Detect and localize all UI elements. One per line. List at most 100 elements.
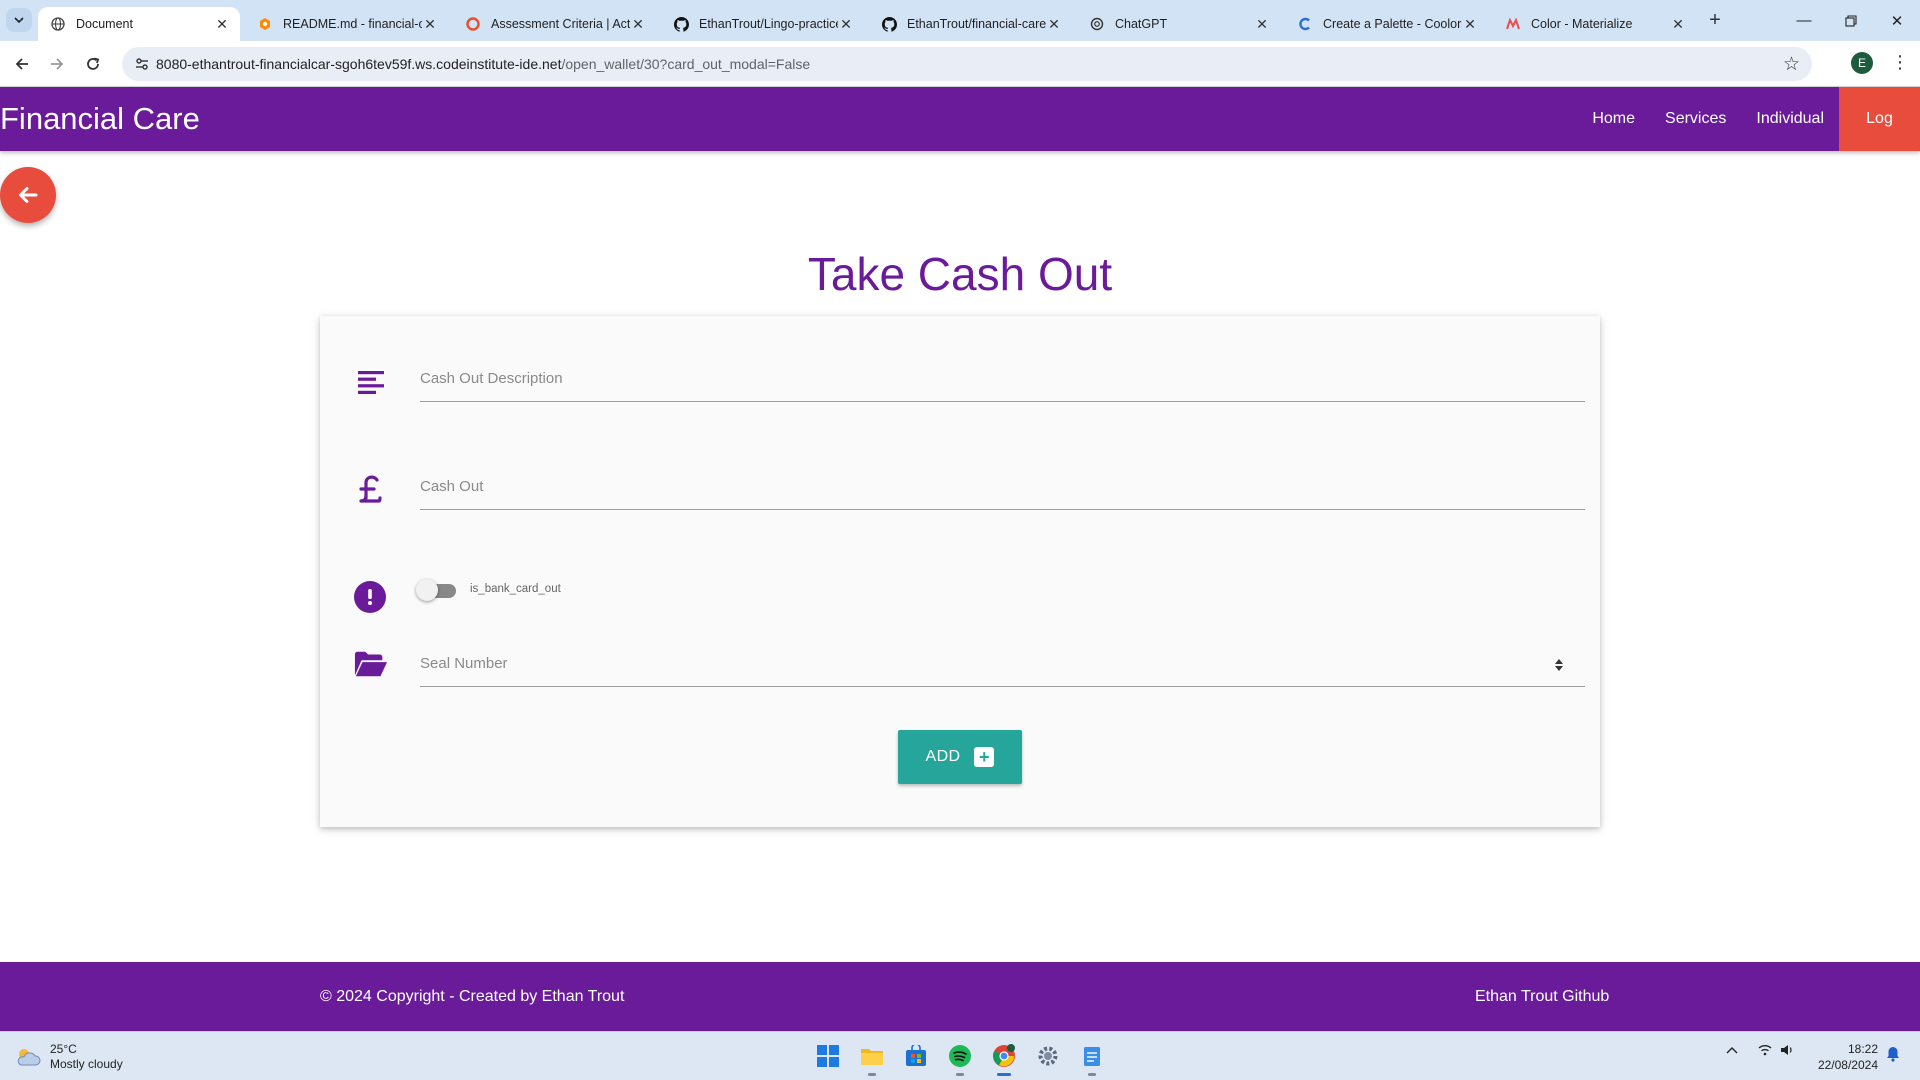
close-window-button[interactable]: ✕: [1874, 0, 1920, 41]
file-explorer-icon[interactable]: [856, 1040, 888, 1076]
tab-coolors[interactable]: Create a Palette - Coolors ✕: [1285, 7, 1488, 41]
close-icon[interactable]: ✕: [1254, 16, 1270, 33]
folder-open-icon: [354, 647, 388, 681]
tab-materialize[interactable]: Color - Materialize ✕: [1493, 7, 1696, 41]
show-hidden-icons-chevron-icon[interactable]: [1726, 1044, 1738, 1059]
lms-icon: [465, 16, 481, 32]
page-title: Take Cash Out: [807, 248, 1113, 300]
spotify-icon[interactable]: [944, 1040, 976, 1076]
github-icon: [673, 16, 689, 32]
cash-out-form-card: is_bank_card_out ADD +: [320, 316, 1600, 827]
github-link[interactable]: Ethan Trout Github: [1475, 962, 1609, 1031]
tab-title: Assessment Criteria | Acti: [491, 17, 630, 31]
weather-widget[interactable]: 25°C Mostly cloudy: [14, 1040, 123, 1074]
chatgpt-icon: [1089, 16, 1105, 32]
close-icon[interactable]: ✕: [1462, 16, 1478, 33]
tab-readme[interactable]: README.md - financial-ca ✕: [245, 7, 448, 41]
tab-title: Color - Materialize: [1531, 17, 1633, 31]
browser-menu-icon[interactable]: ⋮: [1891, 52, 1909, 74]
url-host: 8080-ethantrout-financialcar-sgoh6tev59f…: [156, 56, 562, 72]
switch-label: is_bank_card_out: [470, 583, 561, 595]
close-icon[interactable]: ✕: [422, 16, 438, 33]
tab-document[interactable]: Document ✕: [38, 7, 240, 41]
windows-start-icon[interactable]: [812, 1040, 844, 1072]
arrow-left-icon: [15, 58, 28, 70]
reload-icon: [87, 57, 100, 70]
bookmark-star-icon[interactable]: ☆: [1783, 53, 1800, 76]
running-indicator: [1088, 1073, 1096, 1076]
windows-taskbar: 25°C Mostly cloudy 18:22 22/08/2024: [0, 1031, 1920, 1080]
chrome-icon[interactable]: [988, 1040, 1020, 1076]
brand-logo[interactable]: Financial Care: [0, 87, 200, 151]
site-info-icon[interactable]: [134, 56, 150, 72]
nav-services[interactable]: Services: [1650, 87, 1741, 151]
running-indicator: [868, 1073, 876, 1076]
wifi-icon[interactable]: [1758, 1044, 1772, 1059]
bank-card-out-toggle-row: is_bank_card_out: [354, 569, 854, 613]
chevron-down-icon: [14, 17, 24, 24]
add-button-label: ADD: [925, 748, 961, 765]
tab-lingo[interactable]: EthanTrout/Lingo-practice ✕: [661, 7, 864, 41]
weather-temperature: 25°C: [50, 1042, 77, 1056]
tab-chatgpt[interactable]: ChatGPT ✕: [1077, 7, 1280, 41]
tab-title: README.md - financial-ca: [283, 17, 422, 31]
materialize-icon: [1505, 16, 1521, 32]
add-button[interactable]: ADD +: [898, 730, 1022, 784]
seal-number-field: [354, 641, 1585, 701]
clock-date: 22/08/2024: [1817, 1058, 1878, 1072]
cash-out-description-input[interactable]: [420, 356, 1585, 402]
minimize-button[interactable]: —: [1781, 0, 1827, 41]
gitpod-icon: [257, 16, 273, 32]
notification-bell-icon[interactable]: [1886, 1046, 1900, 1065]
notes-icon: [354, 366, 388, 400]
tab-financial-care[interactable]: EthanTrout/financial-care ✕: [869, 7, 1072, 41]
close-icon[interactable]: ✕: [214, 16, 230, 33]
nav-individual[interactable]: Individual: [1741, 87, 1839, 151]
tab-title: EthanTrout/financial-care: [907, 17, 1046, 31]
cash-out-field: [354, 464, 1585, 524]
nav-logout[interactable]: Log out: [1839, 87, 1920, 191]
site-footer: © 2024 Copyright - Created by Ethan Trou…: [0, 962, 1920, 1031]
close-icon[interactable]: ✕: [838, 16, 854, 33]
clock-time: 18:22: [1847, 1042, 1878, 1056]
tab-title: EthanTrout/Lingo-practice: [699, 17, 838, 31]
close-icon[interactable]: ✕: [630, 16, 646, 33]
reload-button[interactable]: [79, 50, 107, 78]
tab-title: Document: [76, 17, 133, 31]
back-fab-button[interactable]: [0, 167, 56, 223]
running-indicator: [956, 1073, 964, 1076]
seal-number-input[interactable]: [420, 641, 1585, 687]
tab-assessment[interactable]: Assessment Criteria | Acti ✕: [453, 7, 656, 41]
active-indicator: [997, 1073, 1011, 1076]
new-tab-button[interactable]: +: [1704, 9, 1726, 31]
copyright-text: © 2024 Copyright - Created by Ethan Trou…: [320, 988, 625, 1005]
close-icon[interactable]: ✕: [1670, 16, 1686, 33]
tab-title: Create a Palette - Coolors: [1323, 17, 1462, 31]
nav-home[interactable]: Home: [1577, 87, 1650, 151]
restore-button[interactable]: [1828, 0, 1874, 41]
cash-out-amount-input[interactable]: [420, 464, 1585, 510]
address-bar[interactable]: 8080-ethantrout-financialcar-sgoh6tev59f…: [122, 47, 1812, 81]
notepad-icon[interactable]: [1076, 1040, 1108, 1076]
arrow-right-icon: [51, 58, 64, 70]
nav-links: Home Services Individual Log out: [1577, 87, 1920, 191]
switch-knob[interactable]: [416, 579, 438, 601]
plus-square-icon: +: [974, 747, 995, 767]
settings-gear-icon[interactable]: [1032, 1040, 1064, 1072]
volume-icon[interactable]: [1780, 1044, 1794, 1059]
globe-icon: [50, 16, 66, 32]
browser-tab-strip: Document ✕ README.md - financial-ca ✕ As…: [0, 0, 1920, 41]
close-icon[interactable]: ✕: [1046, 16, 1062, 33]
forward-button[interactable]: [43, 50, 71, 78]
number-spinner-icon[interactable]: [1554, 657, 1564, 673]
url-text: 8080-ethantrout-financialcar-sgoh6tev59f…: [156, 47, 810, 81]
back-button[interactable]: [8, 50, 36, 78]
profile-avatar[interactable]: E: [1851, 52, 1873, 74]
tab-search-button[interactable]: [6, 8, 32, 32]
restore-icon: [1845, 14, 1857, 27]
weather-condition: Mostly cloudy: [50, 1057, 123, 1071]
description-field: [354, 356, 1585, 416]
system-clock[interactable]: 18:22 22/08/2024: [1808, 1041, 1878, 1073]
ms-store-icon[interactable]: [900, 1040, 932, 1072]
cloudy-weather-icon: [17, 1049, 41, 1066]
